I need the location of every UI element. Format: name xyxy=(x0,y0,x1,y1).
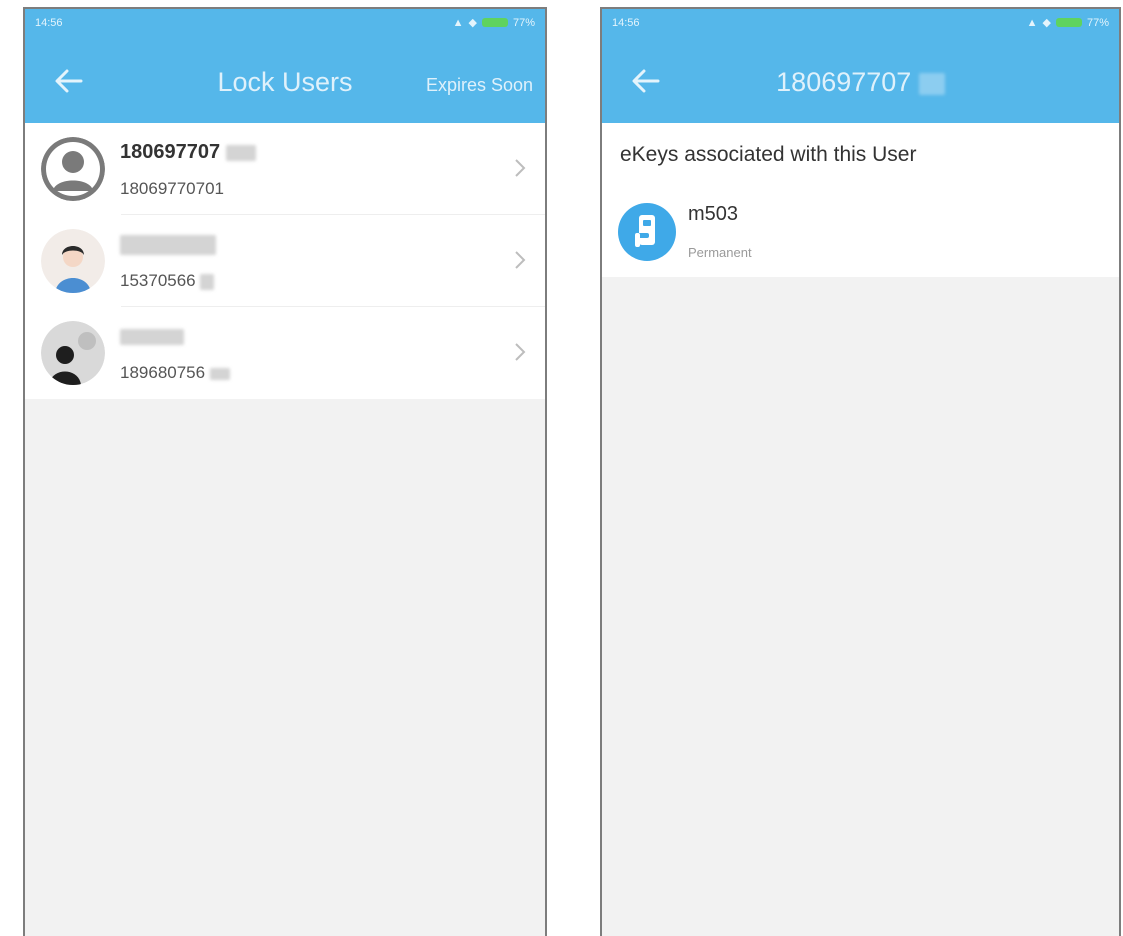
redacted-text xyxy=(209,367,230,380)
redacted-text xyxy=(200,273,215,290)
lock-icon xyxy=(618,203,676,261)
battery-level: 77% xyxy=(512,16,535,29)
user-phone: 18069770701 xyxy=(120,179,225,198)
redacted-text xyxy=(225,144,256,161)
ekey-validity: Permanent xyxy=(688,245,752,260)
user-row[interactable]: 15370566 xyxy=(25,215,545,307)
redacted-text xyxy=(918,72,945,95)
lock-users-screen: 14:56 ▲ ◆ 77% Lock Users Expires Soon 18… xyxy=(23,7,547,936)
battery-icon xyxy=(481,18,508,27)
default-avatar-icon xyxy=(41,137,105,201)
status-time: 14:56 xyxy=(612,17,640,29)
status-time: 14:56 xyxy=(35,17,63,29)
status-bar: 14:56 ▲ ◆ 77% xyxy=(602,9,1119,43)
expires-soon-button[interactable]: Expires Soon xyxy=(426,75,533,96)
user-photo-avatar xyxy=(41,321,105,385)
signal-icon: ▲ xyxy=(452,16,464,29)
wifi-icon: ◆ xyxy=(468,17,477,29)
user-row[interactable]: 189680756 xyxy=(25,307,545,399)
status-icons: ▲ ◆ 77% xyxy=(1026,16,1109,30)
signal-icon: ▲ xyxy=(1026,16,1038,29)
chevron-right-icon xyxy=(515,343,526,361)
battery-level: 77% xyxy=(1086,16,1109,29)
user-phone: 189680756 xyxy=(120,363,206,382)
user-row[interactable]: 180697707 18069770701 xyxy=(25,123,545,215)
user-photo-avatar xyxy=(41,229,105,293)
redacted-text xyxy=(120,328,184,345)
status-bar: 14:56 ▲ ◆ 77% xyxy=(25,9,545,43)
page-title: 180697707 xyxy=(602,67,1119,98)
chevron-right-icon xyxy=(515,251,526,269)
chevron-right-icon xyxy=(515,159,526,177)
status-icons: ▲ ◆ 77% xyxy=(452,16,535,30)
redacted-text xyxy=(120,234,216,255)
user-list: 180697707 18069770701 15370566 189680756 xyxy=(25,123,545,399)
user-phone: 15370566 xyxy=(120,271,196,290)
user-detail-screen: 14:56 ▲ ◆ 77% 180697707 eKeys associated… xyxy=(600,7,1121,936)
page-title-text: 180697707 xyxy=(776,67,912,97)
wifi-icon: ◆ xyxy=(1042,17,1051,29)
battery-icon xyxy=(1055,18,1082,27)
ekey-name: m503 xyxy=(688,203,739,225)
app-bar: Lock Users Expires Soon xyxy=(25,43,545,123)
ekey-row[interactable]: m503 Permanent xyxy=(602,189,1119,277)
user-name: 180697707 xyxy=(120,141,221,163)
section-title: eKeys associated with this User xyxy=(602,123,1119,189)
app-bar: 180697707 xyxy=(602,43,1119,123)
